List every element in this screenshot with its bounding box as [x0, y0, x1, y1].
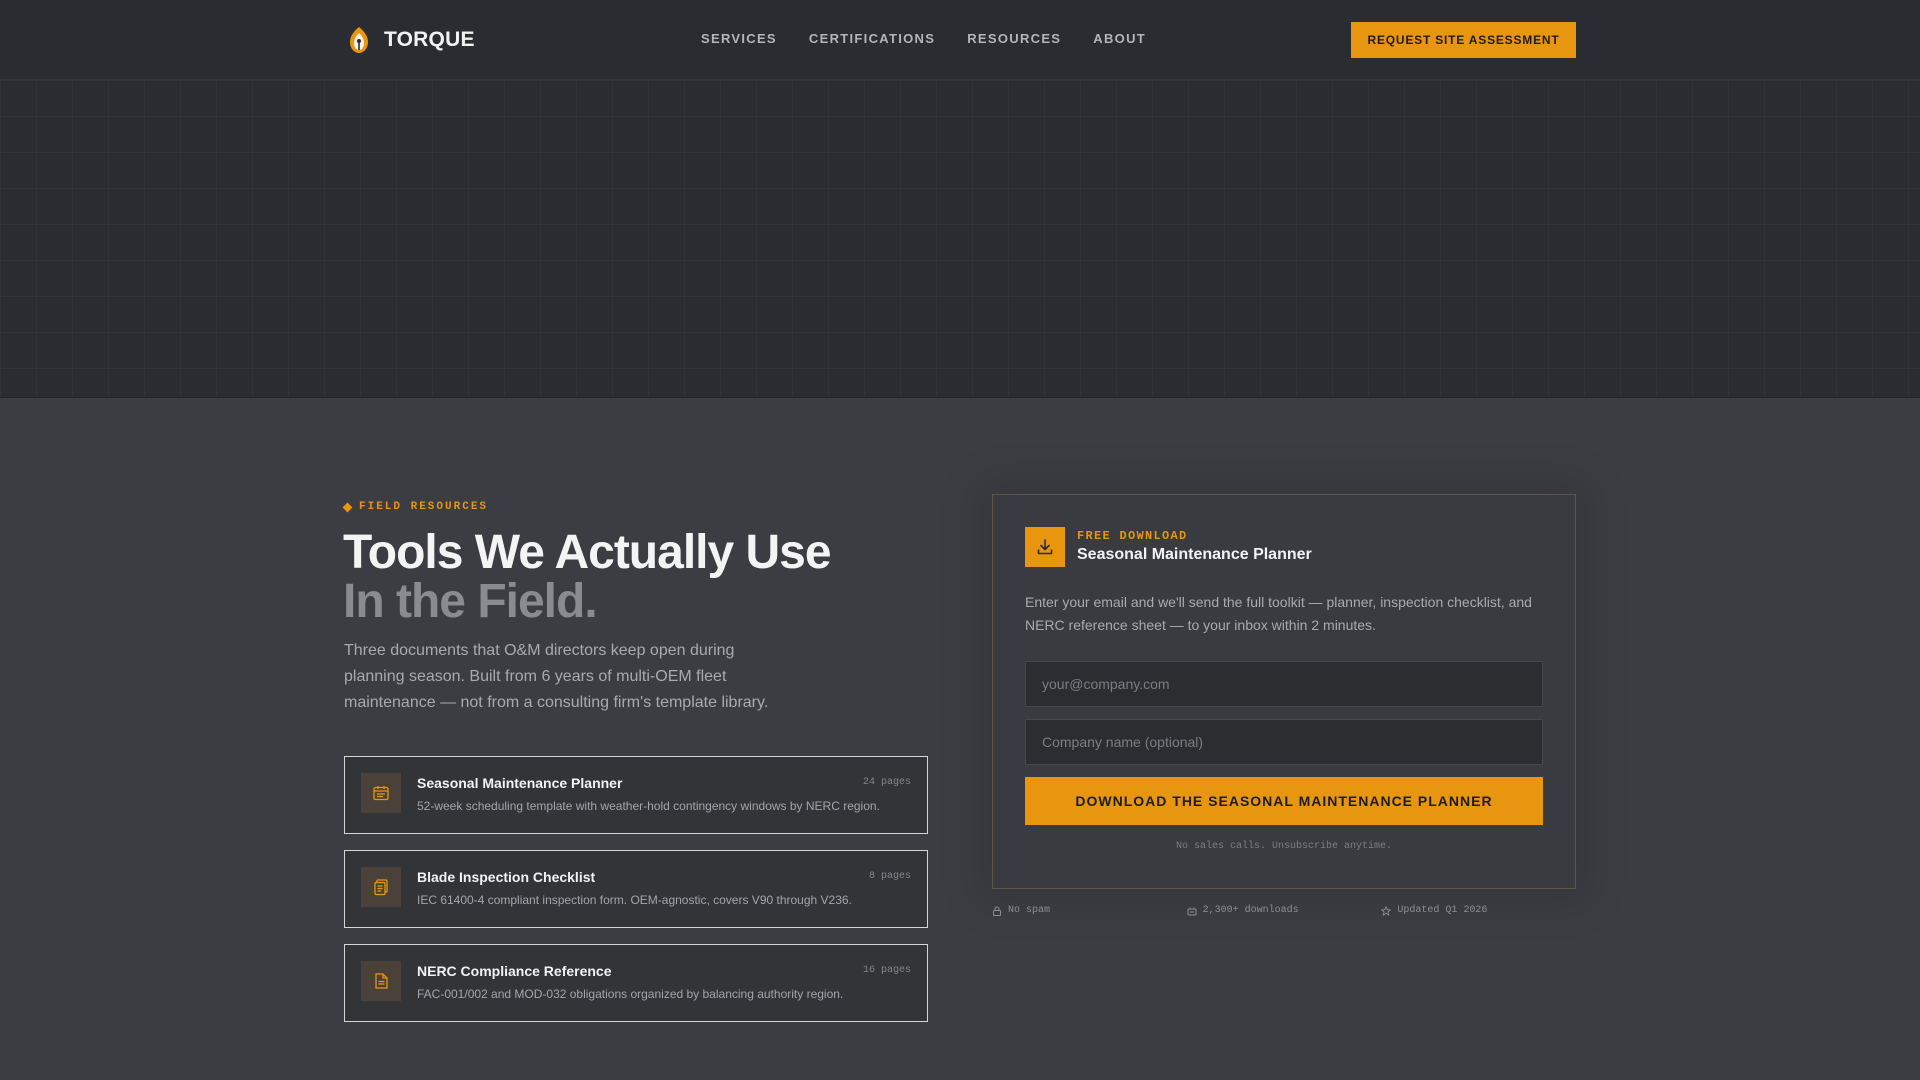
- trust-label: Updated Q1 2026: [1397, 905, 1488, 916]
- trust-item-no-spam: No spam: [992, 905, 1187, 916]
- headline-line-2: In the Field.: [343, 575, 598, 628]
- brand-name: TORQUE: [384, 28, 475, 51]
- wind-turbine-logo-icon: [350, 27, 368, 53]
- resource-list: Seasonal Maintenance Planner 52-week sch…: [344, 756, 928, 1038]
- page-title: Tools We Actually Use In the Field.: [343, 528, 923, 626]
- clipboard-icon: [361, 867, 401, 907]
- download-count-icon: [1187, 907, 1197, 915]
- nav-item-about[interactable]: ABOUT: [1093, 31, 1146, 46]
- resource-description: FAC-001/002 and MOD-032 obligations orga…: [417, 987, 844, 1001]
- navbar: TORQUE SERVICES CERTIFICATIONS RESOURCES…: [0, 0, 1920, 80]
- nav-item-resources[interactable]: RESOURCES: [967, 31, 1061, 46]
- trust-label: No spam: [1008, 905, 1051, 916]
- resource-title: Blade Inspection Checklist: [417, 869, 596, 885]
- resource-title: NERC Compliance Reference: [417, 963, 612, 979]
- resource-card-seasonal-planner[interactable]: Seasonal Maintenance Planner 52-week sch…: [344, 756, 928, 834]
- resource-page-count: 8 pages: [868, 871, 911, 882]
- trust-item-updated: Updated Q1 2026: [1381, 905, 1576, 916]
- resource-card-nerc-reference[interactable]: NERC Compliance Reference FAC-001/002 an…: [344, 944, 928, 1022]
- lock-icon: [993, 906, 1001, 916]
- document-icon: [361, 961, 401, 1001]
- nav-item-services[interactable]: SERVICES: [701, 31, 777, 46]
- resource-card-blade-checklist[interactable]: Blade Inspection Checklist IEC 61400-4 c…: [344, 850, 928, 928]
- download-eyebrow: FREE DOWNLOAD: [1077, 529, 1188, 543]
- eyebrow-label: FIELD RESOURCES: [359, 501, 489, 513]
- intro-paragraph: Three documents that O&M directors keep …: [344, 642, 769, 711]
- section-eyebrow: FIELD RESOURCES: [342, 501, 489, 513]
- download-planner-button[interactable]: DOWNLOAD THE SEASONAL MAINTENANCE PLANNE…: [1025, 777, 1543, 825]
- headline-line-1: Tools We Actually Use: [343, 526, 832, 579]
- trust-label: 2,300+ downloads: [1202, 905, 1299, 916]
- no-sales-calls-note: No sales calls. Unsubscribe anytime.: [1175, 841, 1393, 852]
- company-name-field[interactable]: [1025, 719, 1543, 765]
- trust-item-downloads: 2,300+ downloads: [1187, 905, 1382, 916]
- download-icon: [1025, 527, 1065, 567]
- trust-row: No spam 2,300+ downloads Updated Q1 2026: [992, 905, 1576, 916]
- nav-item-certifications[interactable]: CERTIFICATIONS: [809, 31, 935, 46]
- email-field[interactable]: [1025, 661, 1543, 707]
- download-title: Seasonal Maintenance Planner: [1077, 546, 1312, 563]
- request-site-assessment-button[interactable]: REQUEST SITE ASSESSMENT: [1351, 22, 1576, 58]
- diamond-icon: [342, 502, 353, 512]
- main-nav: SERVICES CERTIFICATIONS RESOURCES ABOUT: [701, 31, 1146, 46]
- resource-title: Seasonal Maintenance Planner: [417, 775, 623, 791]
- download-description: Enter your email and we'll send the full…: [1025, 594, 1532, 633]
- brand[interactable]: TORQUE: [344, 24, 475, 56]
- download-form-card: FREE DOWNLOAD Seasonal Maintenance Plann…: [992, 494, 1576, 889]
- star-icon: [1381, 905, 1392, 916]
- calendar-icon: [361, 773, 401, 813]
- resource-page-count: 16 pages: [862, 965, 911, 976]
- resource-description: IEC 61400-4 compliant inspection form. O…: [417, 893, 852, 907]
- resource-page-count: 24 pages: [862, 777, 911, 788]
- resource-description: 52-week scheduling template with weather…: [417, 799, 880, 813]
